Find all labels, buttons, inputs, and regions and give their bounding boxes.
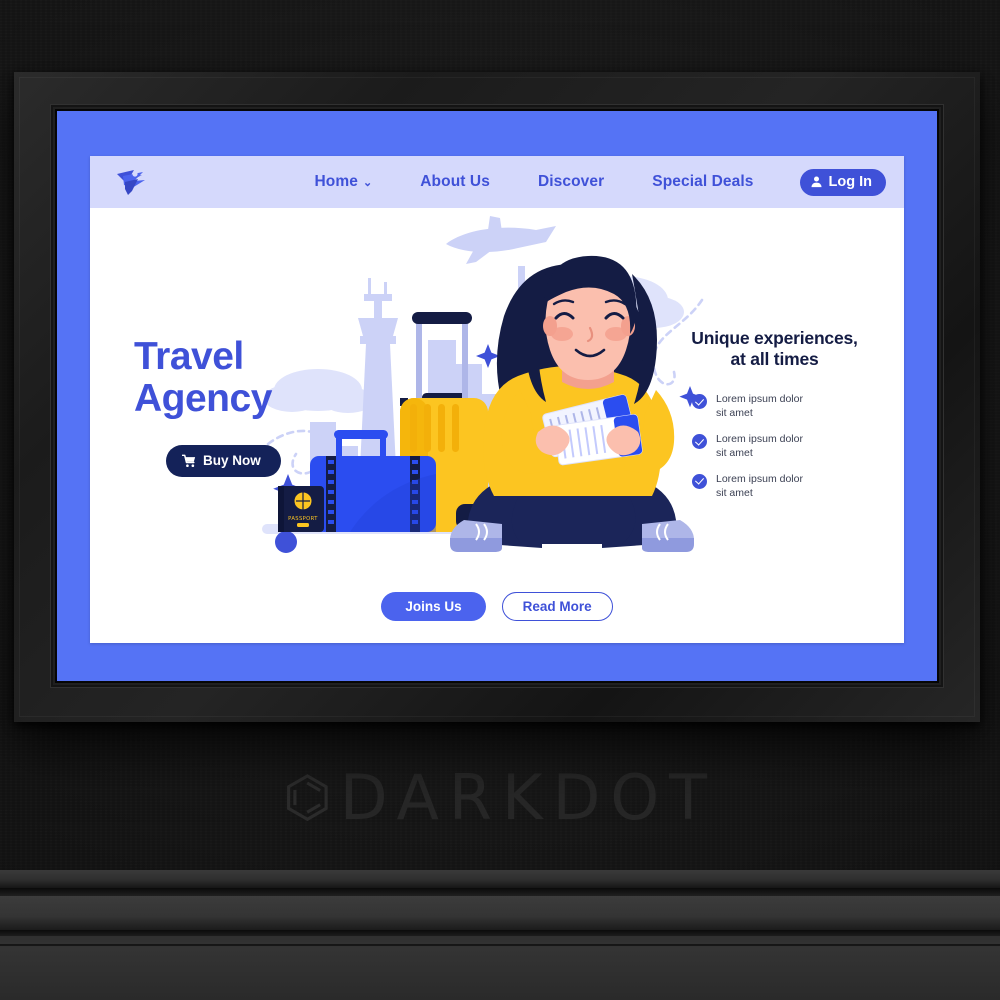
buy-now-label: Buy Now <box>203 453 261 469</box>
check-circle-icon <box>692 473 707 489</box>
nav-item-special-deals[interactable]: Special Deals <box>652 173 753 191</box>
list-item: Lorem ipsum dolor sit amet <box>692 473 882 501</box>
baseboard-groove-upper <box>0 888 1000 896</box>
feature-text: Lorem ipsum dolor sit amet <box>716 393 803 420</box>
cart-icon <box>181 454 196 468</box>
nav-item-discover-label: Discover <box>537 173 605 190</box>
hero-left-column: Travel Agency Buy Now <box>134 335 364 478</box>
landing-page-card: Home ⌄ About Us Discover Special Deals L… <box>90 156 904 643</box>
nav-item-about-us-label: About Us <box>420 173 490 190</box>
nav-item-home[interactable]: Home ⌄ <box>314 173 372 191</box>
svg-text:PASSPORT: PASSPORT <box>288 516 318 522</box>
baseboard-molding <box>0 870 1000 1000</box>
login-button-label: Log In <box>828 173 873 190</box>
nav-links: Home ⌄ About Us Discover Special Deals <box>314 173 753 191</box>
list-item: Lorem ipsum dolor sit amet <box>692 393 882 421</box>
list-item: Lorem ipsum dolor sit amet <box>692 433 882 461</box>
buy-now-button[interactable]: Buy Now <box>166 445 281 478</box>
chevron-down-icon: ⌄ <box>362 176 373 189</box>
airplane-logo[interactable] <box>112 165 152 199</box>
check-circle-icon <box>692 434 707 449</box>
frame-mat: Home ⌄ About Us Discover Special Deals L… <box>57 111 937 681</box>
picture-frame: Home ⌄ About Us Discover Special Deals L… <box>14 72 980 722</box>
join-us-button[interactable]: Joins Us <box>381 592 486 621</box>
read-more-button[interactable]: Read More <box>501 592 613 621</box>
hero-right-column: Unique experiences, at all times Lorem i… <box>667 328 882 512</box>
baseboard-lower-panel <box>0 936 1000 1000</box>
nav-item-discover[interactable]: Discover <box>538 173 604 191</box>
feature-list: Lorem ipsum dolor sit amet Lorem ipsum d… <box>667 393 882 500</box>
page-title: Travel Agency <box>134 335 272 420</box>
baseboard-middle-band <box>0 896 1000 930</box>
check-circle-icon <box>692 394 707 410</box>
frame-inner-bevel: Home ⌄ About Us Discover Special Deals L… <box>50 104 944 688</box>
baseboard-top-edge <box>0 870 1000 888</box>
person-icon <box>810 175 823 188</box>
hero-section: PASSPORT Travel Agency Buy Now Unique ex… <box>90 208 904 643</box>
login-button[interactable]: Log In <box>799 168 886 196</box>
cta-button-group: Joins Us Read More <box>90 592 904 621</box>
feature-text: Lorem ipsum dolor sit amet <box>716 472 803 499</box>
feature-text: Lorem ipsum dolor sit amet <box>716 433 803 459</box>
nav-item-about-us[interactable]: About Us <box>420 173 490 191</box>
navigation-bar: Home ⌄ About Us Discover Special Deals L… <box>90 156 904 208</box>
nav-item-special-deals-label: Special Deals <box>652 173 754 190</box>
hero-subtitle: Unique experiences, at all times <box>691 328 858 369</box>
nav-item-home-label: Home <box>314 173 358 190</box>
